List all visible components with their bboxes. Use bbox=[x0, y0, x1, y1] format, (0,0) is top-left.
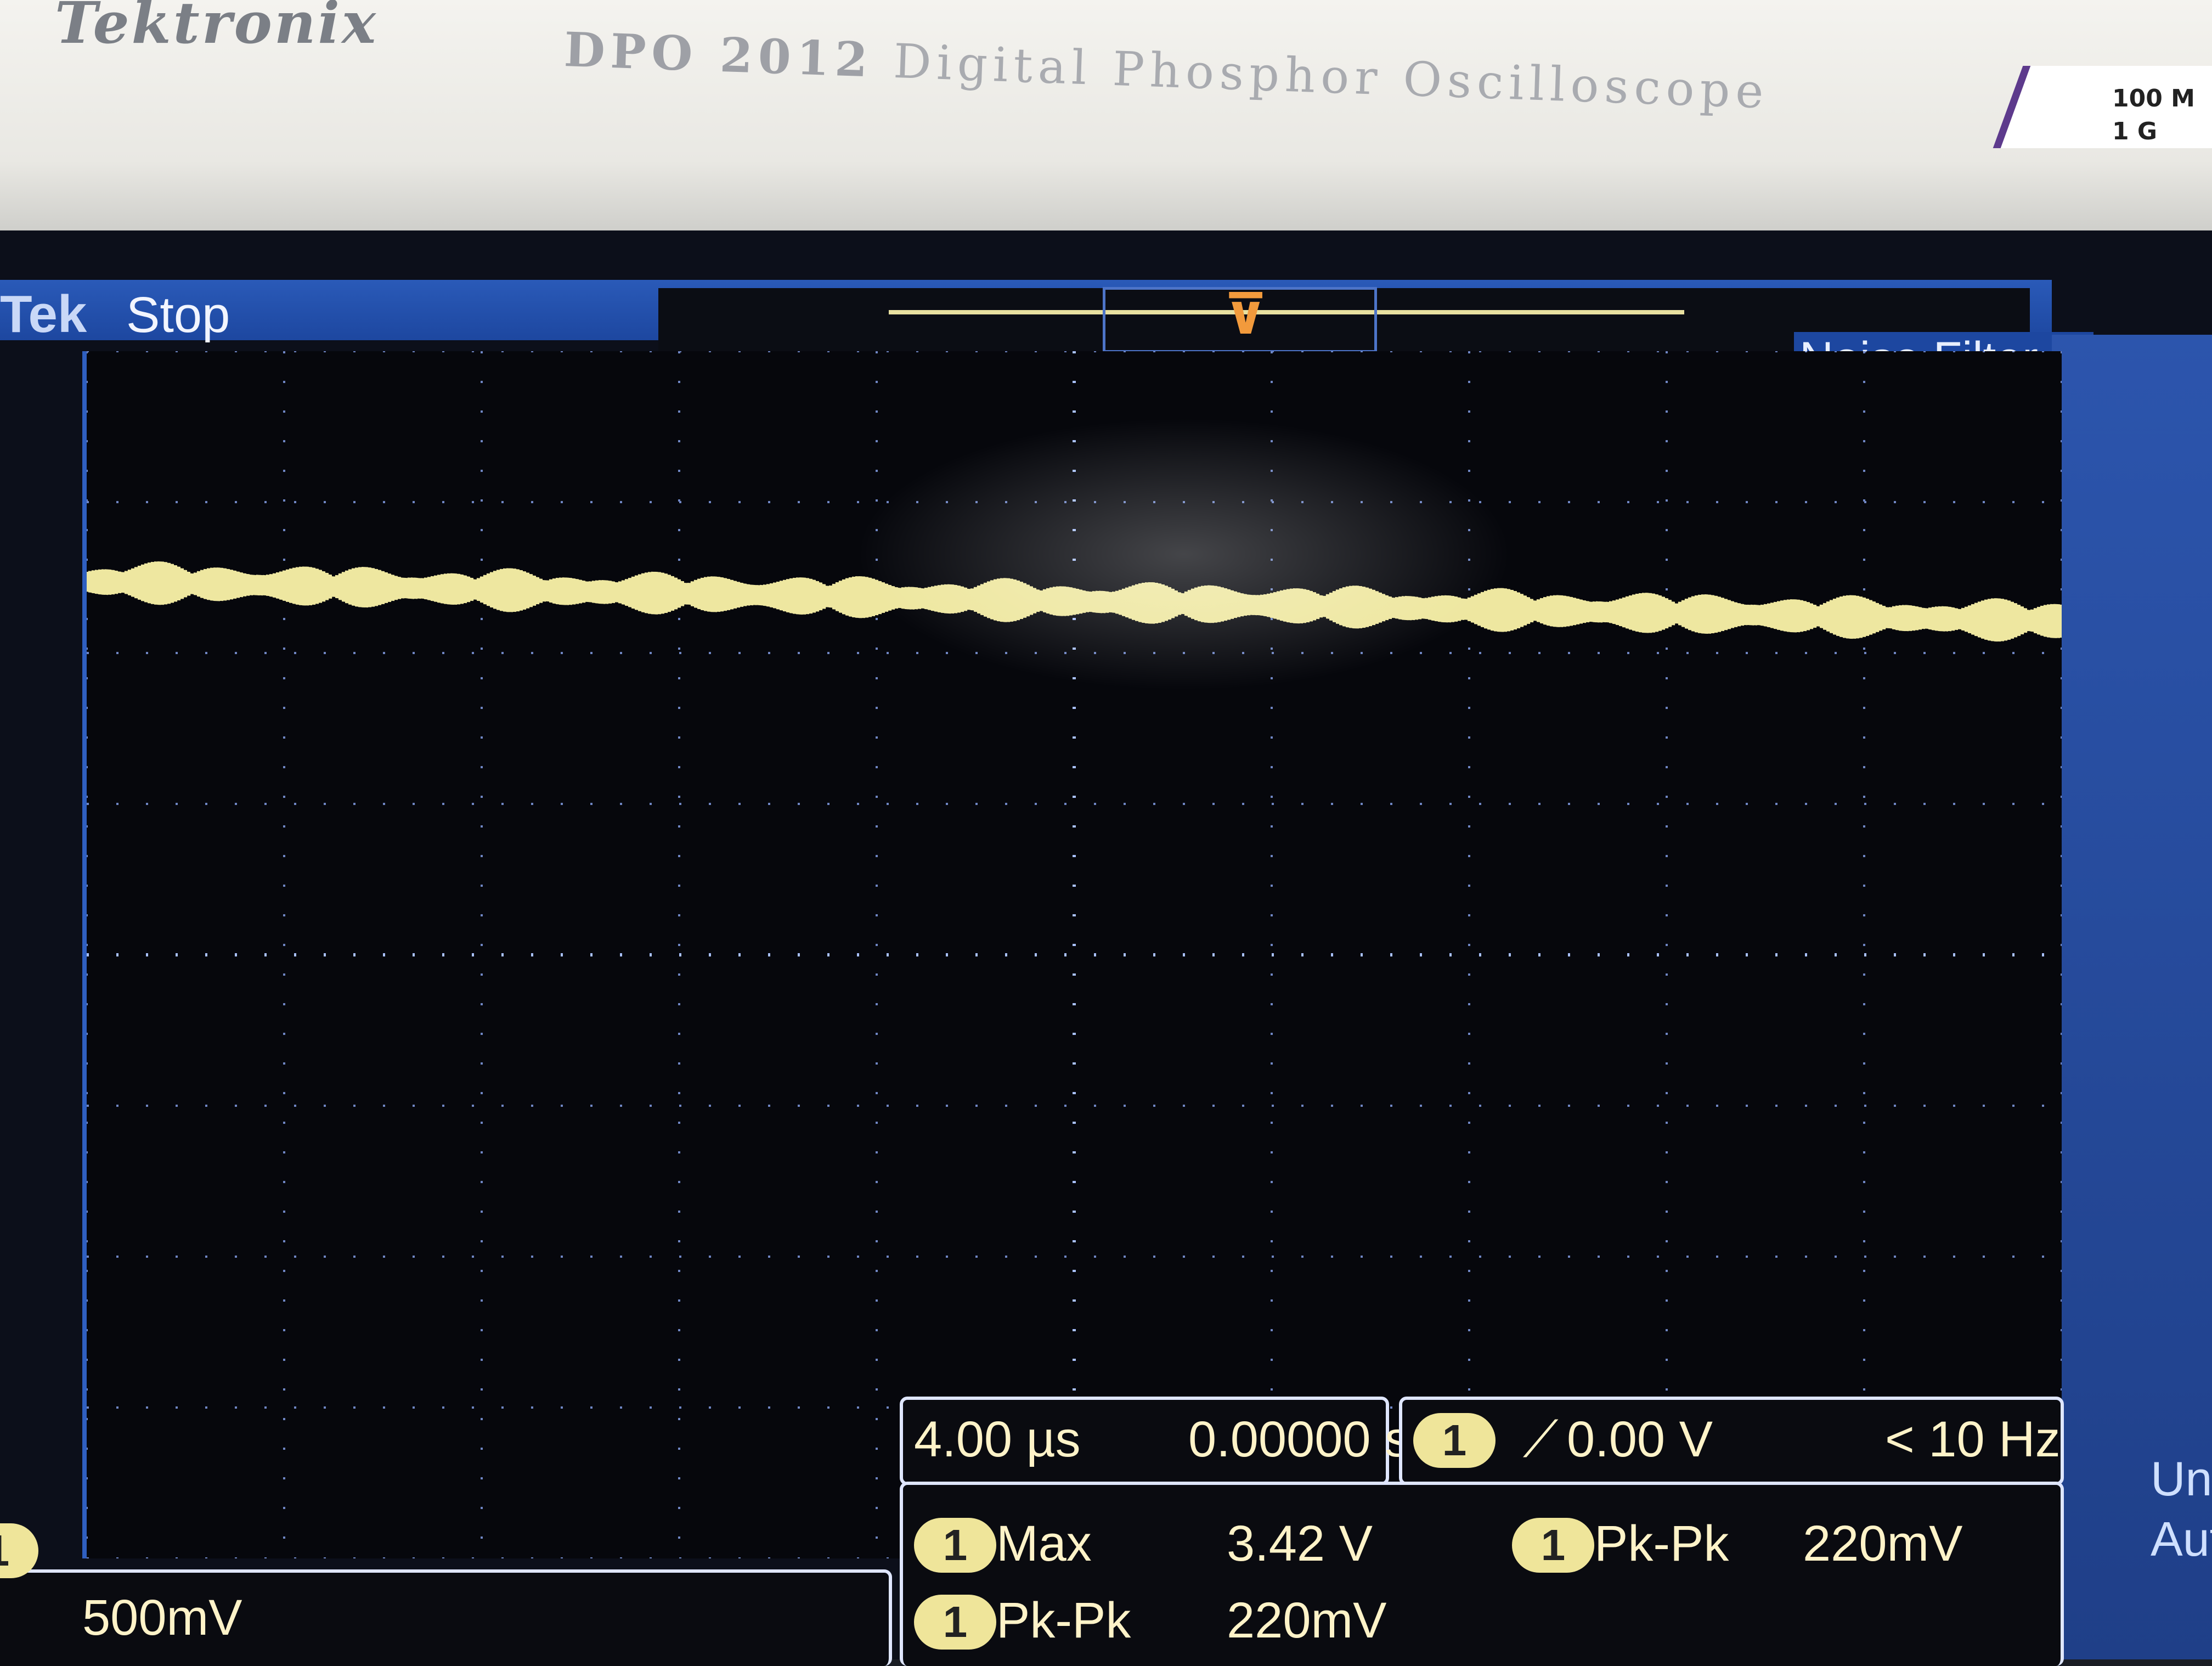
measurement-3-value: 220mV bbox=[1227, 1592, 1387, 1648]
measurement-2-channel: 1 bbox=[1512, 1518, 1594, 1573]
trigger-level: 0.00 V bbox=[1567, 1411, 1713, 1467]
trigger-source-badge: 1 bbox=[1413, 1413, 1496, 1468]
measurement-3-name: Pk-Pk bbox=[996, 1592, 1131, 1648]
measurement-2-value: 220mV bbox=[1803, 1516, 1963, 1572]
model-number: DPO 2012 bbox=[563, 22, 874, 88]
instrument-bezel: Tektronix DPO 2012 Digital Phosphor Osci… bbox=[0, 0, 2212, 230]
measurement-2-name: Pk-Pk bbox=[1594, 1516, 1729, 1572]
horizontal-position: 0.00000 s bbox=[1188, 1411, 1410, 1467]
side-menu-label-auto: Auto bbox=[2151, 1512, 2212, 1566]
model-description: Digital Phosphor Oscilloscope bbox=[892, 33, 1770, 120]
channel1-waveform bbox=[87, 561, 2062, 642]
spec-text: 100 M 1 G bbox=[2112, 82, 2195, 148]
measurement-3-channel: 1 bbox=[914, 1595, 996, 1650]
spec-sample-rate: 1 G bbox=[2112, 117, 2158, 145]
trigger-position-icon: ⊽ bbox=[1223, 283, 1268, 347]
measurement-1-name: Max bbox=[996, 1516, 1092, 1572]
run-state-label: Stop bbox=[126, 287, 230, 343]
trigger-slope-icon: ⟋ bbox=[1523, 1411, 1559, 1467]
measurement-1-value: 3.42 V bbox=[1227, 1516, 1373, 1572]
channel1-vertical-scale: 500mV bbox=[82, 1590, 242, 1646]
measurement-1-channel: 1 bbox=[914, 1518, 996, 1573]
trigger-readout: 1 ⟋ 0.00 V < 10 Hz bbox=[1399, 1397, 2064, 1485]
graticule-grid bbox=[87, 351, 2062, 1558]
side-menu-label-undo: Und bbox=[2151, 1451, 2212, 1506]
model-title: DPO 2012 Digital Phosphor Oscilloscope bbox=[563, 22, 1770, 120]
measurement-readout: 1 Max 3.42 V 1 Pk-Pk 220mV 1 Pk-Pk 220mV bbox=[900, 1482, 2064, 1666]
brand-logo: Tektronix bbox=[55, 0, 379, 57]
timebase-readout: 4.00 µs 0.00000 s bbox=[900, 1397, 1410, 1485]
trigger-frequency: < 10 Hz bbox=[1885, 1411, 2061, 1467]
graticule bbox=[87, 351, 2062, 1558]
channel1-scale-readout: 1 500mV bbox=[0, 1523, 892, 1666]
side-menu-label[interactable]: Und Auto bbox=[2151, 1449, 2212, 1569]
waveform-display bbox=[82, 351, 2062, 1558]
tek-logo: Tek bbox=[0, 285, 87, 344]
spec-bandwidth: 100 M bbox=[2112, 85, 2195, 112]
horizontal-scale: 4.00 µs bbox=[914, 1411, 1081, 1467]
